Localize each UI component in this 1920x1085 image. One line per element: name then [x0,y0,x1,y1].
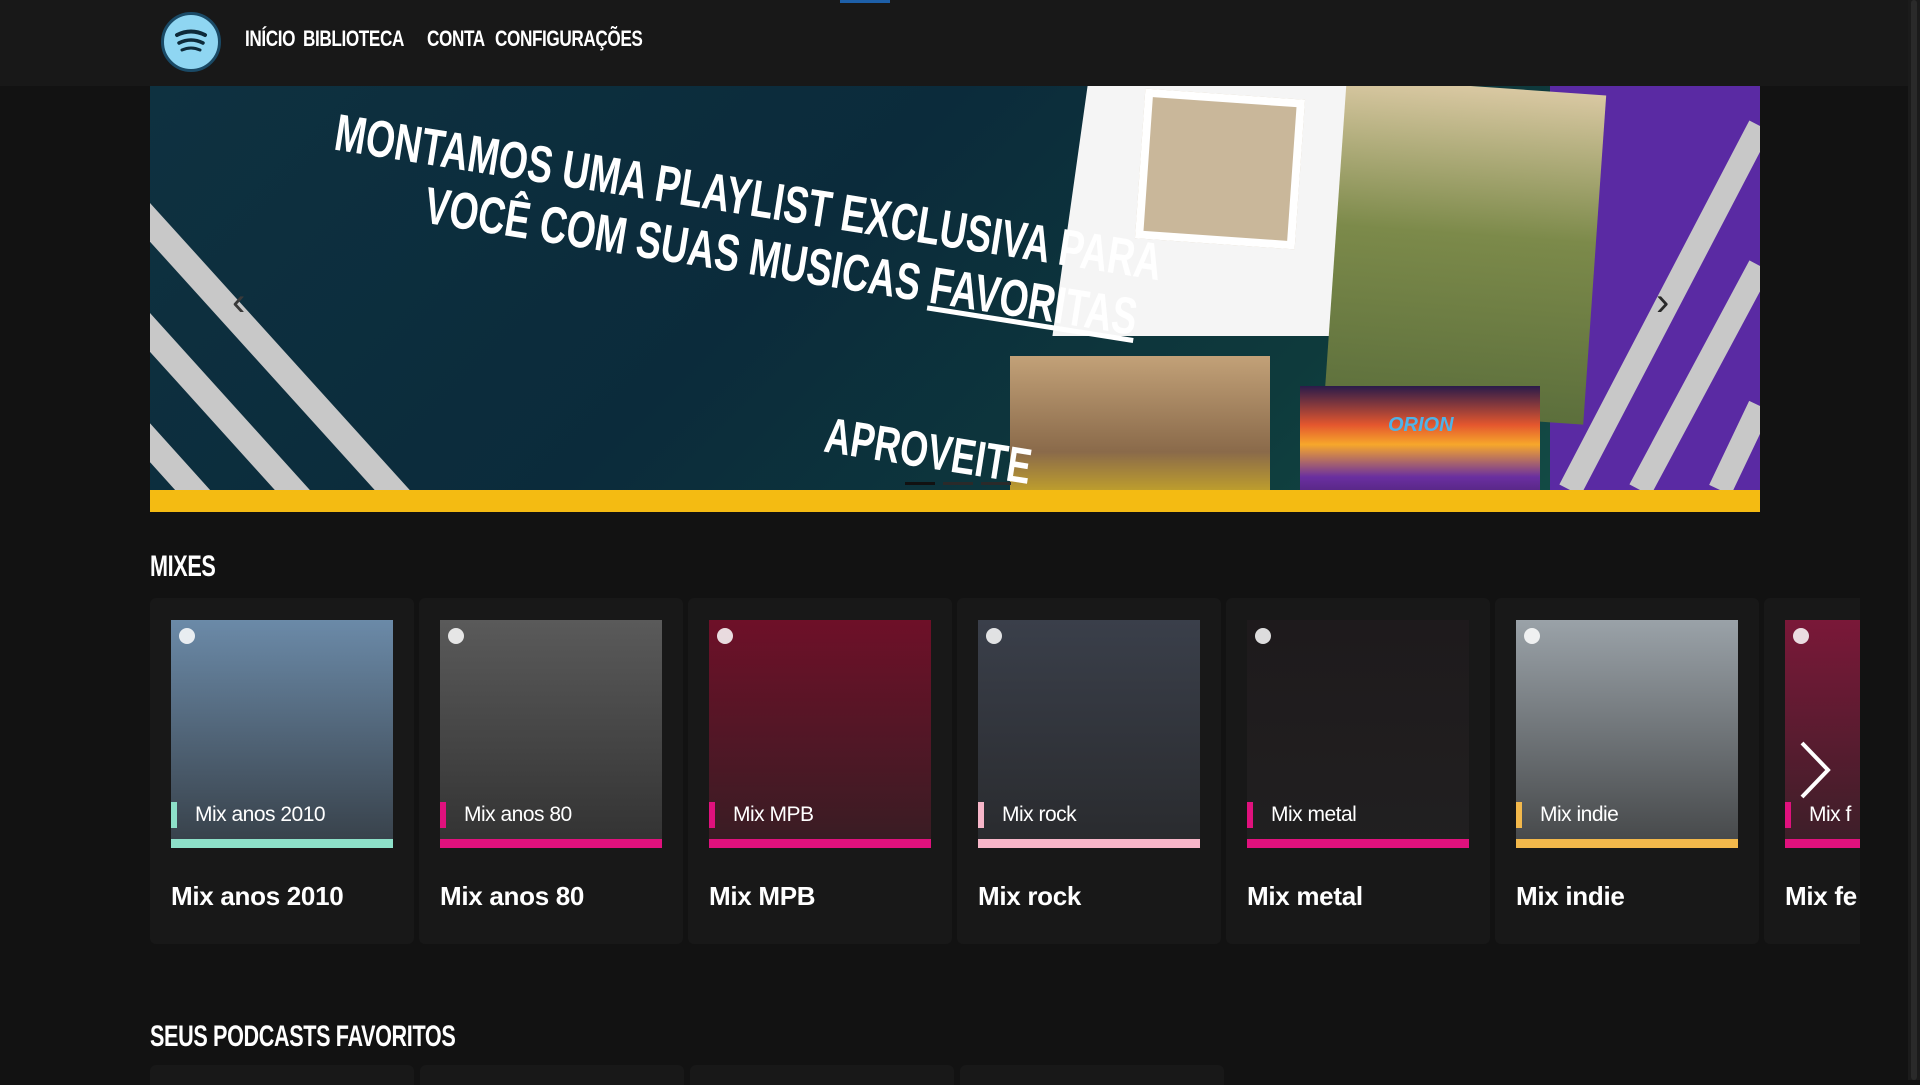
mix-card[interactable]: Mix anos 80 Mix anos 80 [419,598,683,944]
mix-card[interactable]: Mix metal Mix metal [1226,598,1490,944]
spotify-mini-icon [986,628,1002,644]
mix-card-title: Mix metal [1247,881,1363,911]
top-navigation-bar: INÍCIO BIBLIOTECA CONTA CONFIGURAÇÕES [0,0,1920,86]
orion-text: ORION [1388,414,1454,436]
spotify-mini-icon [448,628,464,644]
mix-accent-underline [978,839,1200,848]
mix-accent-bar [440,802,446,828]
mix-card-title: Mix anos 2010 [171,881,344,911]
carousel-dot[interactable] [981,482,1011,485]
mix-cover-label-text: Mix rock [1002,803,1077,826]
mix-cover-art: Mix MPB [709,620,931,848]
mix-accent-bar [171,802,177,828]
mix-card[interactable]: Mix indie Mix indie [1495,598,1759,944]
mix-cover-label-text: Mix f [1809,803,1851,826]
mix-cover-label: Mix rock [978,802,1077,828]
mix-cover-label: Mix anos 80 [440,802,572,828]
spotify-mini-icon [1793,628,1809,644]
mix-card[interactable]: Mix anos 2010 Mix anos 2010 [150,598,414,944]
mix-cover-label: Mix f [1785,802,1851,828]
mix-cover-label: Mix anos 2010 [171,802,326,828]
nav-configuracoes[interactable]: CONFIGURAÇÕES [495,26,643,52]
top-accent-line [840,0,890,3]
nav-conta[interactable]: CONTA [427,26,485,52]
mix-cover-art: Mix indie [1516,620,1738,848]
mix-card[interactable]: Mix MPB Mix MPB [688,598,952,944]
carousel-dot[interactable] [943,482,973,485]
hero-prev-arrow-icon[interactable]: ‹ [232,282,245,322]
mix-cover-art: Mix anos 2010 [171,620,393,848]
mix-accent-underline [1247,839,1469,848]
mix-card-title: Mix anos 80 [440,881,585,911]
spotify-mini-icon [1255,628,1271,644]
mix-accent-bar [978,802,984,828]
hero-bottom-bar [150,490,1760,512]
spotify-logo-icon[interactable] [161,12,221,72]
mix-card-title: Mix MPB [709,881,816,911]
mix-accent-underline [709,839,931,848]
section-title-mixes: MIXES [150,550,216,583]
mixes-carousel: Mix anos 2010 Mix anos 2010 Mix anos 80 Mix… [150,598,1860,944]
mixes-next-arrow-icon[interactable] [1790,735,1840,805]
album-photo-child [1323,86,1607,425]
mix-cover-label: Mix indie [1516,802,1619,828]
podcast-card[interactable] [150,1065,414,1085]
mix-cover-label: Mix metal [1247,802,1357,828]
mix-card[interactable]: Mix rock Mix rock [957,598,1221,944]
main-nav: INÍCIO BIBLIOTECA CONTA CONFIGURAÇÕES [245,26,662,52]
carousel-indicators [905,482,1011,485]
mix-cover-art: Mix rock [978,620,1200,848]
podcast-card[interactable] [690,1065,954,1085]
mix-cover-label-text: Mix metal [1271,803,1357,826]
spotify-mini-icon [1524,628,1540,644]
mix-accent-underline [440,839,662,848]
carousel-dot[interactable] [905,482,935,485]
mix-accent-bar [709,802,715,828]
mix-cover-art: Mix f [1785,620,1860,848]
mix-accent-bar [1247,802,1253,828]
mix-cover-label-text: Mix anos 2010 [195,803,326,826]
mix-card-title: Mix fe [1785,881,1857,911]
podcasts-row [150,1065,1224,1085]
hero-next-arrow-icon[interactable]: › [1656,282,1669,322]
page-scrollbar[interactable] [1908,0,1920,1080]
scrollbar-thumb[interactable] [1911,0,1917,1080]
nav-biblioteca[interactable]: BIBLIOTECA [303,26,404,52]
nav-inicio[interactable]: INÍCIO [245,26,295,52]
mix-cover-label-text: Mix anos 80 [464,803,572,826]
mix-accent-underline [171,839,393,848]
mix-cover-art: Mix metal [1247,620,1469,848]
podcast-card[interactable] [420,1065,684,1085]
mix-cover-label: Mix MPB [709,802,814,828]
spotify-mini-icon [179,628,195,644]
mix-card-title: Mix rock [978,881,1082,911]
album-photo-woman [1134,88,1306,250]
hero-banner[interactable]: ORION MONTAMOS UMA PLAYLIST EXCLUSIVA PA… [150,86,1760,512]
mix-accent-bar [1785,802,1791,828]
section-title-podcasts: SEUS PODCASTS FAVORITOS [150,1020,456,1053]
mix-accent-underline [1785,839,1860,848]
mix-accent-underline [1516,839,1738,848]
spotify-mini-icon [717,628,733,644]
mix-cover-label-text: Mix MPB [733,803,814,826]
mix-cover-label-text: Mix indie [1540,803,1619,826]
mix-cover-art: Mix anos 80 [440,620,662,848]
podcast-card[interactable] [960,1065,1224,1085]
mix-card-title: Mix indie [1516,881,1625,911]
mix-accent-bar [1516,802,1522,828]
